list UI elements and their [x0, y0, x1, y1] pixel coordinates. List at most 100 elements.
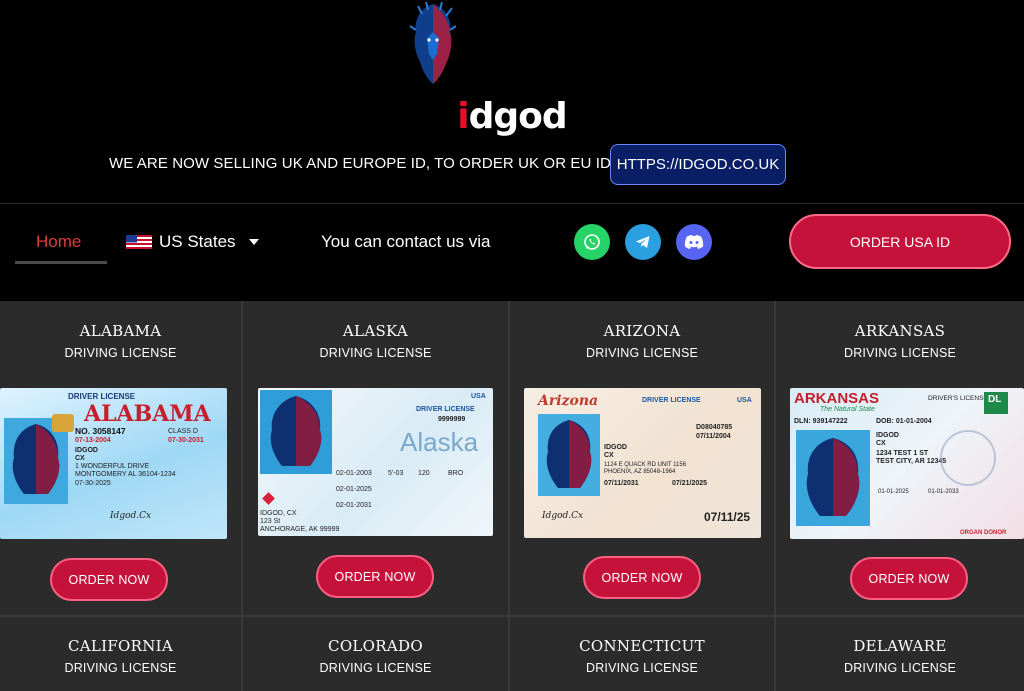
card-dob: 07/11/2004 — [696, 433, 731, 440]
card-name-first: CX — [876, 440, 886, 447]
license-image-alaska[interactable]: USA DRIVER LICENSE 9999999 Alaska 02-01-… — [258, 388, 493, 536]
card-name: IDGOD, CX — [260, 510, 297, 517]
lion-portrait-icon — [538, 414, 600, 496]
state-card-connecticut: CONNECTICUT DRIVING LICENSE — [510, 617, 774, 691]
card-exp: 02-01-2031 — [336, 502, 372, 509]
order-now-button[interactable]: ORDER NOW — [316, 555, 434, 598]
card-signature: Idgod.Cx — [110, 511, 152, 521]
card-signature: Idgod.Cx — [542, 511, 584, 521]
state-name[interactable]: CALIFORNIA — [0, 637, 241, 655]
site-header: idgod WE ARE NOW SELLING UK AND EUROPE I… — [0, 0, 1024, 203]
card-country: USA — [737, 397, 752, 404]
card-dob: 07-13-2004 — [75, 437, 111, 444]
card-dob: 02-01-2003 — [336, 470, 372, 477]
state-name[interactable]: DELAWARE — [776, 637, 1024, 655]
discord-button[interactable] — [676, 224, 712, 260]
card-issued: 07/21/2025 — [672, 480, 708, 487]
state-license-type: DRIVING LICENSE — [319, 346, 432, 360]
card-number: 9999999 — [438, 416, 466, 423]
license-image-arkansas[interactable]: ARKANSAS DRIVER'S LICENSE DL The Natural… — [790, 388, 1024, 539]
card-height: 5'-03 — [388, 470, 404, 477]
card-issued: 07-30-2025 — [75, 480, 111, 487]
state-card-arkansas: ARKANSAS DRIVING LICENSE ARKANSAS DRIVER… — [776, 301, 1024, 615]
card-address-line2: TEST CITY, AR 12345 — [876, 458, 947, 465]
telegram-icon — [636, 236, 650, 248]
nav-home-link[interactable]: Home — [36, 232, 81, 252]
card-header: DRIVER'S LICENSE — [928, 395, 988, 402]
lion-portrait-icon — [796, 430, 870, 526]
brand-rest: dgod — [468, 96, 568, 137]
card-address-line2: PHOENIX, AZ 85048-1964 — [604, 469, 676, 475]
brand-wordmark[interactable]: idgod — [0, 96, 1024, 137]
state-name[interactable]: COLORADO — [243, 637, 508, 655]
card-dob: DOB: 01-01-2004 — [876, 418, 932, 425]
card-name-last: IDGOD — [75, 447, 98, 454]
state-license-grid: ALABAMA DRIVING LICENSE DRIVER LICENSE A… — [0, 301, 1024, 691]
main-nav: Home US States You can contact us via OR… — [0, 204, 1024, 301]
card-header: DRIVER LICENSE — [68, 392, 136, 401]
state-seal-icon — [940, 430, 996, 486]
lion-head-logo-icon[interactable] — [410, 2, 456, 86]
state-name[interactable]: CONNECTICUT — [510, 637, 774, 655]
card-tagline: The Natural State — [820, 406, 875, 413]
card-country: USA — [471, 393, 486, 400]
card-organ-donor: ORGAN DONOR — [960, 530, 1007, 536]
order-now-button[interactable]: ORDER NOW — [850, 557, 968, 600]
card-address-line2: MONTGOMERY AL 36104-1234 — [75, 471, 176, 478]
license-image-arizona[interactable]: Arizona DRIVER LICENSE USA D08040785 07/… — [524, 388, 761, 538]
card-issued: 02-01-2025 — [336, 486, 372, 493]
telegram-button[interactable] — [625, 224, 661, 260]
state-license-type: DRIVING LICENSE — [585, 346, 699, 360]
card-class: CLASS D — [168, 428, 198, 435]
card-exp: 07-30-2031 — [168, 437, 204, 444]
nav-us-states-dropdown[interactable]: US States — [159, 232, 236, 252]
card-name-first: CX — [75, 455, 85, 462]
card-weight: 120 — [418, 470, 430, 477]
state-card-alaska: ALASKA DRIVING LICENSE USA DRIVER LICENS… — [243, 301, 508, 615]
license-image-alabama[interactable]: DRIVER LICENSE ALABAMA NO. 3058147 CLASS… — [0, 388, 227, 539]
us-flag-icon — [126, 235, 152, 249]
card-number: D08040785 — [696, 424, 733, 431]
state-name[interactable]: ARKANSAS — [776, 322, 1024, 340]
order-now-button[interactable]: ORDER NOW — [50, 558, 168, 601]
uk-site-link-button[interactable]: HTTPS://IDGOD.CO.UK — [610, 144, 786, 185]
state-name[interactable]: ALASKA — [243, 322, 508, 340]
whatsapp-button[interactable] — [574, 224, 610, 260]
card-exp: 01-01-2033 — [928, 489, 959, 495]
dl-badge: DL — [984, 392, 1008, 414]
card-title: Arizona — [538, 393, 599, 409]
card-issued: 01-01-2025 — [878, 489, 909, 495]
nav-home-active-indicator — [15, 261, 107, 264]
card-name-last: IDGOD — [604, 444, 627, 451]
state-license-type: DRIVING LICENSE — [585, 661, 699, 675]
order-now-button[interactable]: ORDER NOW — [583, 556, 701, 599]
brand-prefix: i — [457, 96, 469, 137]
card-number: NO. 3058147 — [75, 426, 126, 436]
card-exp: 07/11/2031 — [604, 480, 639, 487]
state-card-arizona: ARIZONA DRIVING LICENSE Arizona DRIVER L… — [510, 301, 774, 615]
card-address-line1: 1 WONDERFUL DRIVE — [75, 463, 150, 470]
card-eyes: BRO — [448, 470, 464, 477]
card-title: Alaska — [400, 427, 479, 457]
state-name[interactable]: ARIZONA — [510, 322, 774, 340]
seal-icon — [52, 414, 74, 432]
chevron-down-icon[interactable] — [249, 239, 259, 245]
state-card-delaware: DELAWARE DRIVING LICENSE — [776, 617, 1024, 691]
card-name-last: IDGOD — [876, 432, 899, 439]
card-title: ALABAMA — [84, 401, 211, 427]
card-header: DRIVER LICENSE — [642, 397, 701, 404]
card-header: DRIVER LICENSE — [416, 406, 475, 413]
contact-label: You can contact us via — [321, 232, 491, 251]
state-card-colorado: COLORADO DRIVING LICENSE — [243, 617, 508, 691]
discord-icon — [684, 235, 704, 249]
state-license-type: DRIVING LICENSE — [319, 661, 432, 675]
state-name[interactable]: ALABAMA — [0, 322, 241, 340]
state-card-california: CALIFORNIA DRIVING LICENSE — [0, 617, 241, 691]
state-license-type: DRIVING LICENSE — [843, 661, 957, 675]
order-usa-id-button[interactable]: ORDER USA ID — [789, 214, 1011, 269]
state-license-type: DRIVING LICENSE — [64, 346, 177, 360]
card-address-line2: ANCHORAGE, AK 99999 — [260, 526, 340, 533]
card-address-line1: 1234 TEST 1 ST — [876, 450, 929, 457]
heart-icon — [262, 492, 275, 505]
whatsapp-icon — [584, 234, 600, 250]
